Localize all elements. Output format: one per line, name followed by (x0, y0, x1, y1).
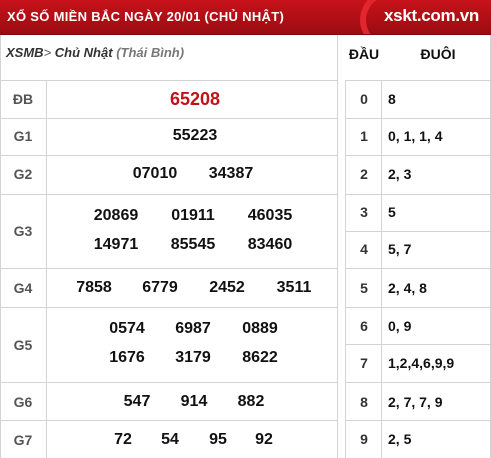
duoi-cell: 1,2,4,6,9,9 (388, 355, 455, 371)
dau-cell: 5 (360, 280, 368, 296)
prize-number-g5: 3179 (175, 349, 211, 366)
prize-number-g4: 2452 (209, 279, 245, 296)
breadcrumb: XSMB> Chủ Nhật (Thái Bình) (6, 45, 336, 67)
prize-label-g1: G1 (13, 128, 33, 144)
duoi-cell: 5 (388, 204, 396, 220)
prize-number-g3: 14971 (93, 236, 139, 253)
prize-label-g5: G5 (13, 337, 33, 353)
prize-number-g3: 46035 (247, 207, 293, 224)
site-logo[interactable]: xskt.com.vn (384, 6, 479, 26)
breadcrumb-province[interactable]: (Thái Bình) (116, 45, 184, 60)
prize-number-g3: 83460 (247, 236, 293, 253)
prize-number-g6: 547 (123, 393, 151, 410)
prize-number-g6: 914 (180, 393, 208, 410)
dau-cell: 1 (360, 128, 368, 144)
duoi-cell: 0, 1, 1, 4 (388, 128, 443, 144)
duoi-cell: 2, 7, 7, 9 (388, 394, 443, 410)
prize-number-g3: 01911 (171, 207, 215, 224)
prize-number-g5: 0574 (109, 320, 145, 337)
prize-number-g2: 34387 (208, 165, 254, 182)
breadcrumb-day[interactable]: Chủ Nhật (55, 45, 113, 60)
dau-cell: 2 (360, 166, 368, 182)
prize-label-db: ĐB (12, 91, 34, 107)
duoi-header: ĐUÔI (420, 46, 456, 62)
duoi-cell: 2, 4, 8 (388, 280, 427, 296)
prize-number-g7: 95 (209, 431, 227, 448)
prize-label-g3: G3 (13, 223, 33, 239)
dau-cell: 3 (360, 204, 368, 220)
prize-label-g7: G7 (13, 432, 33, 448)
dau-cell: 0 (360, 91, 368, 107)
duoi-cell: 5, 7 (388, 241, 412, 257)
dau-cell: 8 (360, 394, 368, 410)
dau-header: ĐẦU (348, 46, 380, 62)
dau-cell: 6 (360, 318, 368, 334)
prize-number-g4: 3511 (276, 279, 312, 296)
results-title: XỔ SỐ MIỀN BẮC NGÀY 20/01 (CHỦ NHẬT) (7, 9, 285, 24)
duoi-cell: 8 (388, 91, 396, 107)
prize-number-g7: 72 (114, 431, 132, 448)
duoi-cell: 2, 3 (388, 166, 412, 182)
duoi-cell: 0, 9 (388, 318, 412, 334)
prize-label-g2: G2 (13, 166, 33, 182)
prize-number-g4: 7858 (76, 279, 112, 296)
prize-number-g5: 8622 (242, 349, 278, 366)
prize-number-g6: 882 (237, 393, 265, 410)
prize-label-g6: G6 (13, 394, 33, 410)
dau-cell: 7 (360, 355, 368, 371)
dau-cell: 4 (360, 241, 368, 257)
prize-number-db: 65208 (169, 89, 221, 109)
prize-label-g4: G4 (13, 280, 33, 296)
prize-number-g3: 85545 (170, 236, 216, 253)
prize-number-g7: 54 (161, 431, 179, 448)
prize-number-g7: 92 (255, 431, 273, 448)
breadcrumb-xsmb[interactable]: XSMB (6, 45, 44, 60)
prize-number-g5: 6987 (175, 320, 211, 337)
prize-number-g5: 1676 (109, 349, 145, 366)
duoi-cell: 2, 5 (388, 431, 412, 447)
breadcrumb-separator: > (43, 45, 52, 60)
results-header: XỔ SỐ MIỀN BẮC NGÀY 20/01 (CHỦ NHẬT) xsk… (0, 0, 491, 35)
dau-cell: 9 (360, 431, 368, 447)
prize-number-g3: 20869 (93, 207, 139, 224)
prize-number-g2: 07010 (132, 165, 178, 182)
prize-number-g4: 6779 (142, 279, 178, 296)
prize-number-g5: 0889 (242, 320, 278, 337)
prize-number-g1: 55223 (172, 127, 218, 144)
